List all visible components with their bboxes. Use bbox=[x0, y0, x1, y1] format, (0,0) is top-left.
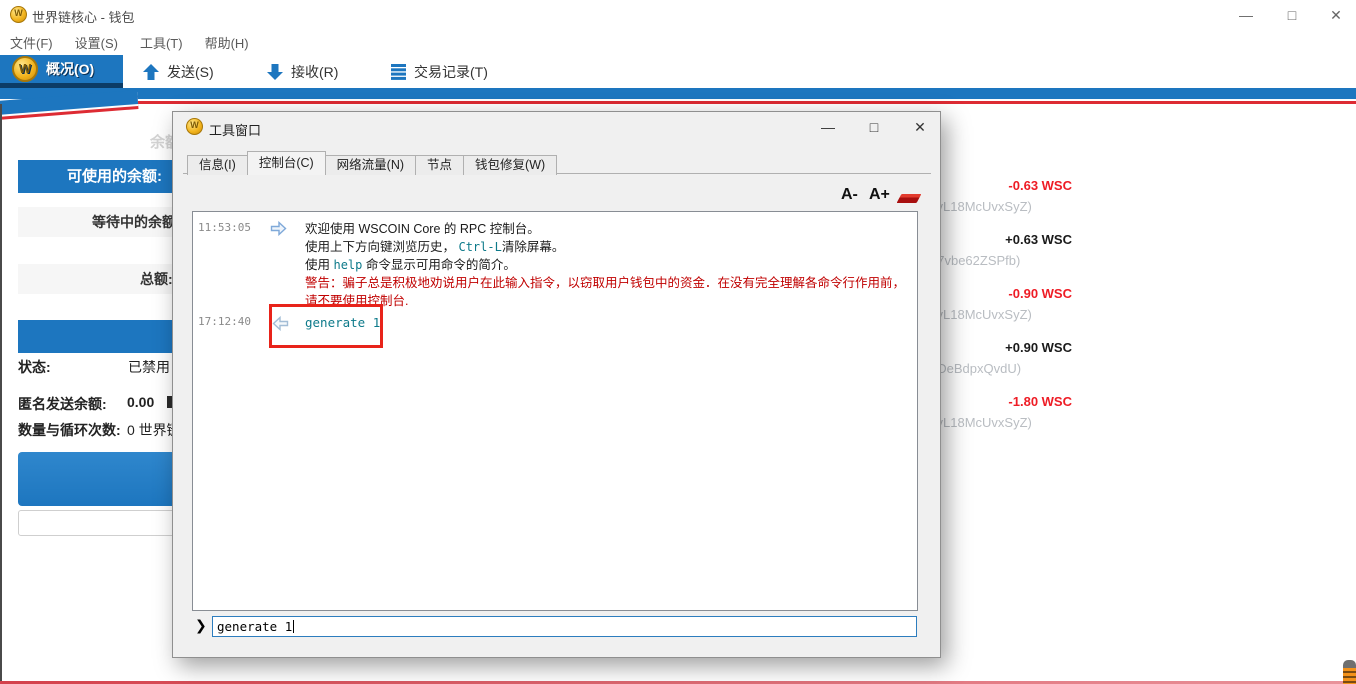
dialog-title: 工具窗口 bbox=[209, 120, 261, 139]
console-input-value: generate 1 bbox=[217, 619, 292, 634]
transaction-row[interactable]: -0.90 WSC JvL18McUvxSyZ) bbox=[930, 280, 1072, 334]
annotation-box bbox=[269, 304, 383, 348]
console-output[interactable]: 11:53:05 欢迎使用 WSCOIN Core 的 RPC 控制台。 使用上… bbox=[192, 211, 918, 611]
history-line-text: 使用上下方向键浏览历史， bbox=[305, 240, 458, 254]
tab-receive-label: 接收(R) bbox=[291, 62, 338, 82]
tab-send[interactable]: 发送(S) bbox=[123, 55, 247, 88]
sync-status-icon bbox=[1343, 660, 1356, 684]
console-command-input[interactable]: generate 1 bbox=[212, 616, 917, 637]
tab-overview[interactable]: W 概况(O) bbox=[0, 55, 123, 88]
transaction-address: JvL18McUvxSyZ) bbox=[930, 196, 1072, 218]
minimize-button[interactable]: — bbox=[1234, 4, 1258, 26]
menu-file[interactable]: 文件(F) bbox=[10, 33, 53, 52]
text-cursor bbox=[293, 620, 294, 633]
transaction-row[interactable]: -1.80 WSC JvL18McUvxSyZ) bbox=[930, 388, 1072, 442]
title-bar: W 世界链核心 - 钱包 — □ ✕ bbox=[0, 0, 1356, 30]
coin-icon: W bbox=[12, 56, 38, 82]
transaction-row[interactable]: +0.90 WSC 4DeBdpxQvdU) bbox=[930, 334, 1072, 388]
dialog-title-bar: W 工具窗口 — □ ✕ bbox=[173, 112, 940, 142]
close-button[interactable]: ✕ bbox=[1324, 4, 1348, 26]
tab-information[interactable]: 信息(I) bbox=[187, 155, 248, 175]
transaction-address: JvL18McUvxSyZ) bbox=[930, 304, 1072, 326]
tools-dialog: W 工具窗口 — □ ✕ 信息(I) 控制台(C) 网络流量(N) 节点 钱包修… bbox=[172, 111, 941, 658]
transaction-list-icon bbox=[391, 64, 406, 80]
console-timestamp: 11:53:05 bbox=[198, 221, 251, 234]
window-left-border bbox=[0, 104, 2, 684]
console-timestamp: 17:12:40 bbox=[198, 315, 251, 328]
prompt-chevron-icon: ❯ bbox=[195, 617, 207, 634]
dialog-close-button[interactable]: ✕ bbox=[909, 116, 931, 138]
status-label: 状态: bbox=[18, 357, 51, 377]
header-red-stripe bbox=[0, 101, 1356, 104]
transaction-amount: +0.63 WSC bbox=[930, 230, 1072, 250]
transaction-amount: -0.90 WSC bbox=[930, 284, 1072, 304]
dialog-logo-icon: W bbox=[186, 118, 203, 135]
console-message: 欢迎使用 WSCOIN Core 的 RPC 控制台。 使用上下方向键浏览历史，… bbox=[305, 220, 905, 310]
transaction-row[interactable]: -0.63 WSC JvL18McUvxSyZ) bbox=[930, 172, 1072, 226]
tab-receive[interactable]: 接收(R) bbox=[247, 55, 371, 88]
tab-network-traffic[interactable]: 网络流量(N) bbox=[325, 155, 416, 175]
dialog-tab-bar: 信息(I) 控制台(C) 网络流量(N) 节点 钱包修复(W) bbox=[187, 151, 556, 175]
status-value: 已禁用 bbox=[128, 357, 170, 377]
history-line-tail: 清除屏幕。 bbox=[502, 240, 565, 254]
tab-transactions-label: 交易记录(T) bbox=[414, 62, 488, 82]
transaction-amount: +0.90 WSC bbox=[930, 338, 1072, 358]
transaction-amount: -1.80 WSC bbox=[930, 392, 1072, 412]
help-line-tail: 命令显示可用命令的简介。 bbox=[362, 258, 515, 272]
recent-transactions-list: -0.63 WSC JvL18McUvxSyZ) +0.63 WSC 77vbe… bbox=[930, 172, 1072, 442]
font-smaller-button[interactable]: A- bbox=[841, 186, 858, 204]
transaction-address: 77vbe62ZSPfb) bbox=[930, 250, 1072, 272]
transaction-amount: -0.63 WSC bbox=[930, 176, 1072, 196]
scam-warning-text: 警告：骗子总是积极地劝说用户在此输入指令，以窃取用户钱包中的资金．在没有完全理解… bbox=[305, 274, 905, 310]
receive-arrow-down-icon bbox=[267, 64, 283, 80]
transaction-address: 4DeBdpxQvdU) bbox=[930, 358, 1072, 380]
tab-send-label: 发送(S) bbox=[167, 62, 214, 82]
header-blue-strip bbox=[0, 88, 1356, 100]
help-line-text: 使用 bbox=[305, 258, 333, 272]
tab-peers[interactable]: 节点 bbox=[415, 155, 464, 175]
send-arrow-up-icon bbox=[143, 64, 159, 80]
font-bigger-button[interactable]: A+ bbox=[869, 186, 890, 204]
window-title: 世界链核心 - 钱包 bbox=[32, 7, 135, 26]
reply-arrow-right-icon bbox=[270, 221, 287, 236]
transaction-row[interactable]: +0.63 WSC 77vbe62ZSPfb) bbox=[930, 226, 1072, 280]
tab-overview-label: 概况(O) bbox=[46, 59, 94, 79]
anonymous-balance-value: 0.00 bbox=[127, 394, 154, 410]
help-code: help bbox=[333, 258, 362, 272]
rounds-label: 数量与循环次数: bbox=[18, 420, 121, 440]
tab-console[interactable]: 控制台(C) bbox=[247, 151, 326, 175]
welcome-line: 欢迎使用 WSCOIN Core 的 RPC 控制台。 bbox=[305, 220, 905, 238]
help-line: 使用 help 命令显示可用命令的简介。 bbox=[305, 256, 905, 274]
ctrl-l-code: Ctrl-L bbox=[458, 240, 501, 254]
sync-stripes bbox=[1343, 668, 1356, 684]
menu-help[interactable]: 帮助(H) bbox=[205, 33, 249, 52]
nav-tab-bar: W 概况(O) 发送(S) 接收(R) 交易记录(T) bbox=[0, 55, 1356, 88]
dialog-minimize-button[interactable]: — bbox=[817, 116, 839, 138]
anonymous-balance-label: 匿名发送余额: bbox=[18, 394, 107, 414]
tab-transactions[interactable]: 交易记录(T) bbox=[371, 55, 531, 88]
tab-wallet-repair[interactable]: 钱包修复(W) bbox=[463, 155, 557, 175]
menu-tools[interactable]: 工具(T) bbox=[140, 33, 183, 52]
menu-settings[interactable]: 设置(S) bbox=[75, 33, 118, 52]
maximize-button[interactable]: □ bbox=[1280, 4, 1304, 26]
history-line: 使用上下方向键浏览历史， Ctrl-L清除屏幕。 bbox=[305, 238, 905, 256]
clear-console-broom-icon[interactable] bbox=[897, 194, 922, 203]
app-logo-icon: W bbox=[10, 6, 27, 23]
menu-bar: 文件(F) 设置(S) 工具(T) 帮助(H) bbox=[0, 30, 1356, 55]
dialog-maximize-button[interactable]: □ bbox=[863, 116, 885, 138]
transaction-address: JvL18McUvxSyZ) bbox=[930, 412, 1072, 434]
app-window: W 世界链核心 - 钱包 — □ ✕ 文件(F) 设置(S) 工具(T) 帮助(… bbox=[0, 0, 1356, 684]
